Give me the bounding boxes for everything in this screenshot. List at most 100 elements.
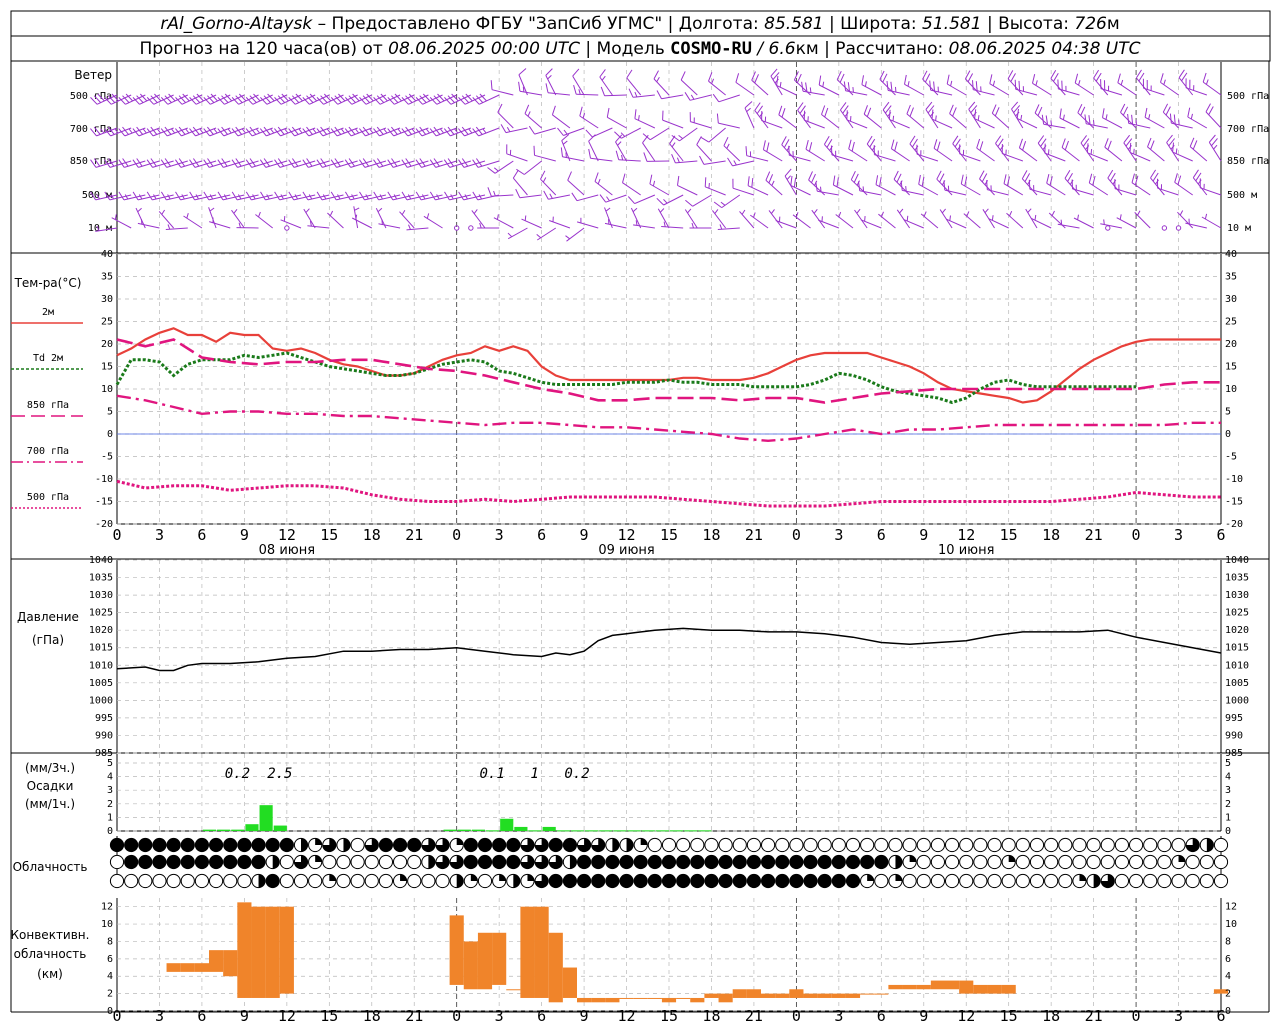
cloud-symbol <box>732 837 747 853</box>
calm-circle <box>468 225 474 231</box>
barb-staff <box>718 94 740 103</box>
barb-staff <box>887 89 910 96</box>
barb-feather <box>518 68 527 76</box>
x-tick-label: 6 <box>537 526 546 544</box>
cloud-circle <box>576 873 592 889</box>
convective-bar <box>477 932 493 990</box>
cloud-symbol <box>987 873 1002 889</box>
cloud-circle <box>124 873 139 889</box>
wind-barb <box>843 81 868 96</box>
wind-barb <box>487 187 514 197</box>
barb-half <box>671 142 676 148</box>
cloud-circle <box>619 873 634 889</box>
barb-half <box>565 152 567 158</box>
cloud-symbol <box>1100 873 1115 889</box>
x-tick-label: 6 <box>1216 1007 1225 1024</box>
convective-bar <box>237 902 252 998</box>
barb-staff <box>763 149 783 162</box>
barb-feather <box>545 68 553 76</box>
wind-barb <box>506 144 528 162</box>
wind-barb <box>579 106 599 129</box>
cloud-symbol <box>350 837 365 853</box>
cloud-circle <box>166 854 181 870</box>
barb-staff <box>1208 142 1222 162</box>
wind-barb <box>1018 138 1038 162</box>
barb-feather <box>936 141 941 151</box>
cloud-symbol <box>930 837 946 853</box>
wind-barb <box>521 215 542 229</box>
barb-staff <box>677 184 698 196</box>
precip-bar <box>443 829 457 831</box>
barb-staff <box>399 211 415 229</box>
barb-half <box>549 193 553 199</box>
cloud-circle <box>1086 837 1101 853</box>
cloud-circle <box>1128 837 1144 853</box>
wind-barb <box>615 134 627 162</box>
barb-half <box>369 128 374 134</box>
barb-staff <box>861 84 882 96</box>
barb-feather <box>594 172 599 182</box>
wind-barb <box>1034 104 1052 129</box>
wind-barb <box>835 211 854 229</box>
barb-feather <box>146 191 153 201</box>
barb-half <box>852 87 854 93</box>
barb-feather <box>1189 137 1195 147</box>
cloud-circle <box>803 854 818 870</box>
barb-half <box>1205 79 1209 85</box>
barb-staff <box>1144 116 1165 129</box>
cloud-symbol <box>1199 837 1214 853</box>
wind-barb <box>1028 179 1052 196</box>
barb-half <box>1077 214 1079 220</box>
wind-barb <box>471 209 486 229</box>
precip-bar <box>641 830 655 832</box>
x-tick-label: 3 <box>155 526 164 544</box>
barb-staff <box>378 223 401 229</box>
barb-half <box>617 141 622 146</box>
wind-barb <box>699 155 726 165</box>
wind-barb <box>949 104 967 129</box>
cloud-circle <box>477 854 493 870</box>
cloud-fill <box>895 874 903 881</box>
barb-half <box>892 115 895 122</box>
barb-half <box>905 186 907 192</box>
barb-feather <box>585 129 593 138</box>
barb-half <box>1105 114 1108 120</box>
cloud-symbol <box>265 854 280 870</box>
barb-staff <box>732 187 755 196</box>
barb-feather <box>853 173 859 183</box>
barb-feather <box>861 75 864 85</box>
cloud-symbol <box>1058 854 1073 870</box>
y-tick-label-right: 5 <box>1225 407 1231 418</box>
barb-feather <box>1028 179 1031 190</box>
barb-feather <box>677 175 680 186</box>
barb-staff <box>1147 146 1165 162</box>
convective-unit: (км) <box>37 967 63 981</box>
model-label: Модель <box>597 39 665 59</box>
wind-barb <box>472 158 500 168</box>
cloud-symbol <box>661 873 677 889</box>
barb-staff <box>1058 88 1080 96</box>
barb-half <box>720 201 726 206</box>
barb-half <box>186 213 189 219</box>
cloud-circle <box>1114 837 1130 853</box>
barb-feather <box>766 142 770 152</box>
cloud-symbol <box>1128 873 1144 889</box>
wind-barb <box>801 81 825 96</box>
cloud-symbol <box>223 837 238 853</box>
wind-barb <box>988 215 1009 229</box>
barb-feather <box>896 173 902 183</box>
wind-barb <box>888 109 910 129</box>
cloud-symbol <box>534 854 549 870</box>
wind-barb <box>1073 214 1094 229</box>
cloud-symbol <box>506 837 521 853</box>
barb-half <box>507 232 513 238</box>
wind-barb <box>594 172 613 196</box>
barb-feather <box>614 131 622 139</box>
barb-half <box>493 190 496 197</box>
cloud-circle <box>944 873 960 889</box>
cloud-symbol <box>619 854 634 870</box>
x-tick-label: 6 <box>877 1007 886 1024</box>
barb-half <box>1090 149 1093 155</box>
barb-staff <box>1061 147 1080 162</box>
cloud-circle <box>789 873 804 889</box>
